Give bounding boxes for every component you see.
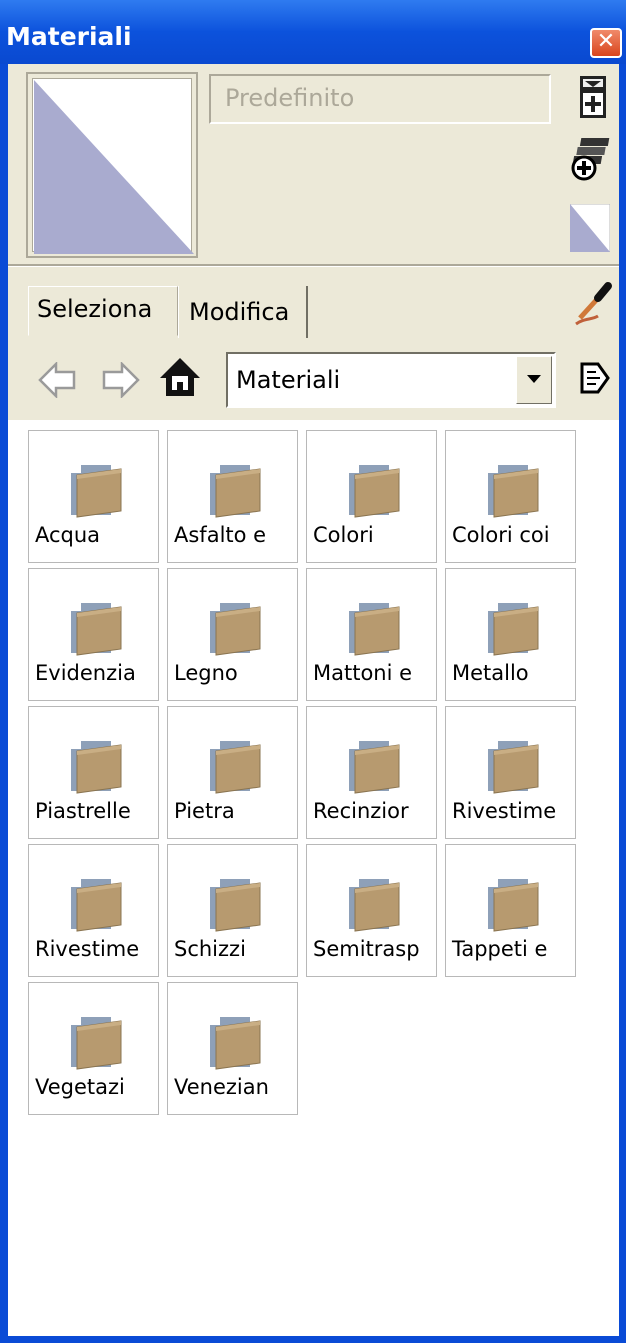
folder-icon: [484, 599, 542, 661]
home-icon[interactable]: [158, 356, 202, 398]
close-button[interactable]: ✕: [590, 28, 622, 58]
materials-window: Materiali ✕ Predefinito Seleziona Modifi…: [0, 0, 626, 1343]
folder-label: Tappeti e: [452, 937, 548, 961]
folder-label: Recinzior: [313, 799, 409, 823]
folder-tile[interactable]: Colori coi: [445, 430, 576, 563]
folder-icon: [345, 461, 403, 523]
folder-label: Colori: [313, 523, 374, 547]
folder-icon: [345, 599, 403, 661]
folder-tile[interactable]: Colori: [306, 430, 437, 563]
material-folder-grid: Acqua Asfalto e Colori Colori coi Evidenzia L…: [8, 420, 619, 1336]
folder-icon: [206, 875, 264, 937]
folder-label: Legno: [174, 661, 238, 685]
folder-icon: [206, 1013, 264, 1075]
sample-paint-icon[interactable]: [570, 134, 614, 182]
folder-label: Vegetazi: [35, 1075, 125, 1099]
folder-label: Pietra: [174, 799, 235, 823]
folder-icon: [484, 875, 542, 937]
folder-tile[interactable]: Mattoni e: [306, 568, 437, 701]
folder-tile[interactable]: Semitrasp: [306, 844, 437, 977]
folder-label: Acqua: [35, 523, 101, 547]
back-arrow-icon[interactable]: [38, 360, 78, 400]
materials-panel: Predefinito Seleziona Modifica Materiali…: [8, 64, 619, 1336]
folder-tile[interactable]: Asfalto e: [167, 430, 298, 563]
library-dropdown-value: Materiali: [236, 366, 341, 394]
folder-label: Asfalto e: [174, 523, 267, 547]
folder-icon: [206, 461, 264, 523]
folder-icon: [67, 599, 125, 661]
forward-arrow-icon[interactable]: [100, 360, 140, 400]
folder-icon: [67, 737, 125, 799]
folder-label: Venezian: [174, 1075, 269, 1099]
folder-label: Mattoni e: [313, 661, 413, 685]
folder-tile[interactable]: Evidenzia: [28, 568, 159, 701]
folder-label: Schizzi: [174, 937, 246, 961]
create-material-icon[interactable]: [576, 74, 610, 120]
panel-divider: [8, 264, 619, 267]
tab-seleziona[interactable]: Seleziona: [28, 286, 178, 336]
folder-icon: [67, 875, 125, 937]
folder-icon: [345, 875, 403, 937]
folder-tile[interactable]: Tappeti e: [445, 844, 576, 977]
folder-label: Semitrasp: [313, 937, 420, 961]
folder-label: Colori coi: [452, 523, 550, 547]
default-material-icon[interactable]: [569, 203, 611, 253]
eyedropper-icon[interactable]: [572, 280, 614, 326]
folder-icon: [484, 461, 542, 523]
folder-label: Piastrelle: [35, 799, 131, 823]
material-name-input[interactable]: Predefinito: [209, 74, 551, 124]
folder-label: Evidenzia: [35, 661, 136, 685]
folder-icon: [206, 599, 264, 661]
tab-modifica[interactable]: Modifica: [178, 286, 308, 338]
folder-icon: [206, 737, 264, 799]
folder-label: Rivestime: [35, 937, 140, 961]
folder-icon: [67, 1013, 125, 1075]
folder-tile[interactable]: Piastrelle: [28, 706, 159, 839]
title-bar[interactable]: Materiali ✕: [0, 0, 626, 64]
folder-tile[interactable]: Acqua: [28, 430, 159, 563]
window-title: Materiali: [6, 22, 132, 51]
folder-tile[interactable]: Rivestime: [445, 706, 576, 839]
folder-icon: [67, 461, 125, 523]
details-arrow-icon[interactable]: [578, 358, 610, 398]
folder-tile[interactable]: Pietra: [167, 706, 298, 839]
folder-tile[interactable]: Venezian: [167, 982, 298, 1115]
folder-label: Metallo: [452, 661, 529, 685]
folder-tile[interactable]: Vegetazi: [28, 982, 159, 1115]
folder-tile[interactable]: Legno: [167, 568, 298, 701]
folder-label: Rivestime: [452, 799, 557, 823]
library-dropdown[interactable]: Materiali: [226, 352, 556, 408]
dropdown-arrow-icon[interactable]: [516, 356, 552, 404]
folder-tile[interactable]: Rivestime: [28, 844, 159, 977]
folder-tile[interactable]: Recinzior: [306, 706, 437, 839]
folder-tile[interactable]: Schizzi: [167, 844, 298, 977]
material-preview: [26, 72, 198, 258]
default-material-swatch: [34, 80, 194, 254]
folder-tile[interactable]: Metallo: [445, 568, 576, 701]
folder-icon: [484, 737, 542, 799]
folder-icon: [345, 737, 403, 799]
